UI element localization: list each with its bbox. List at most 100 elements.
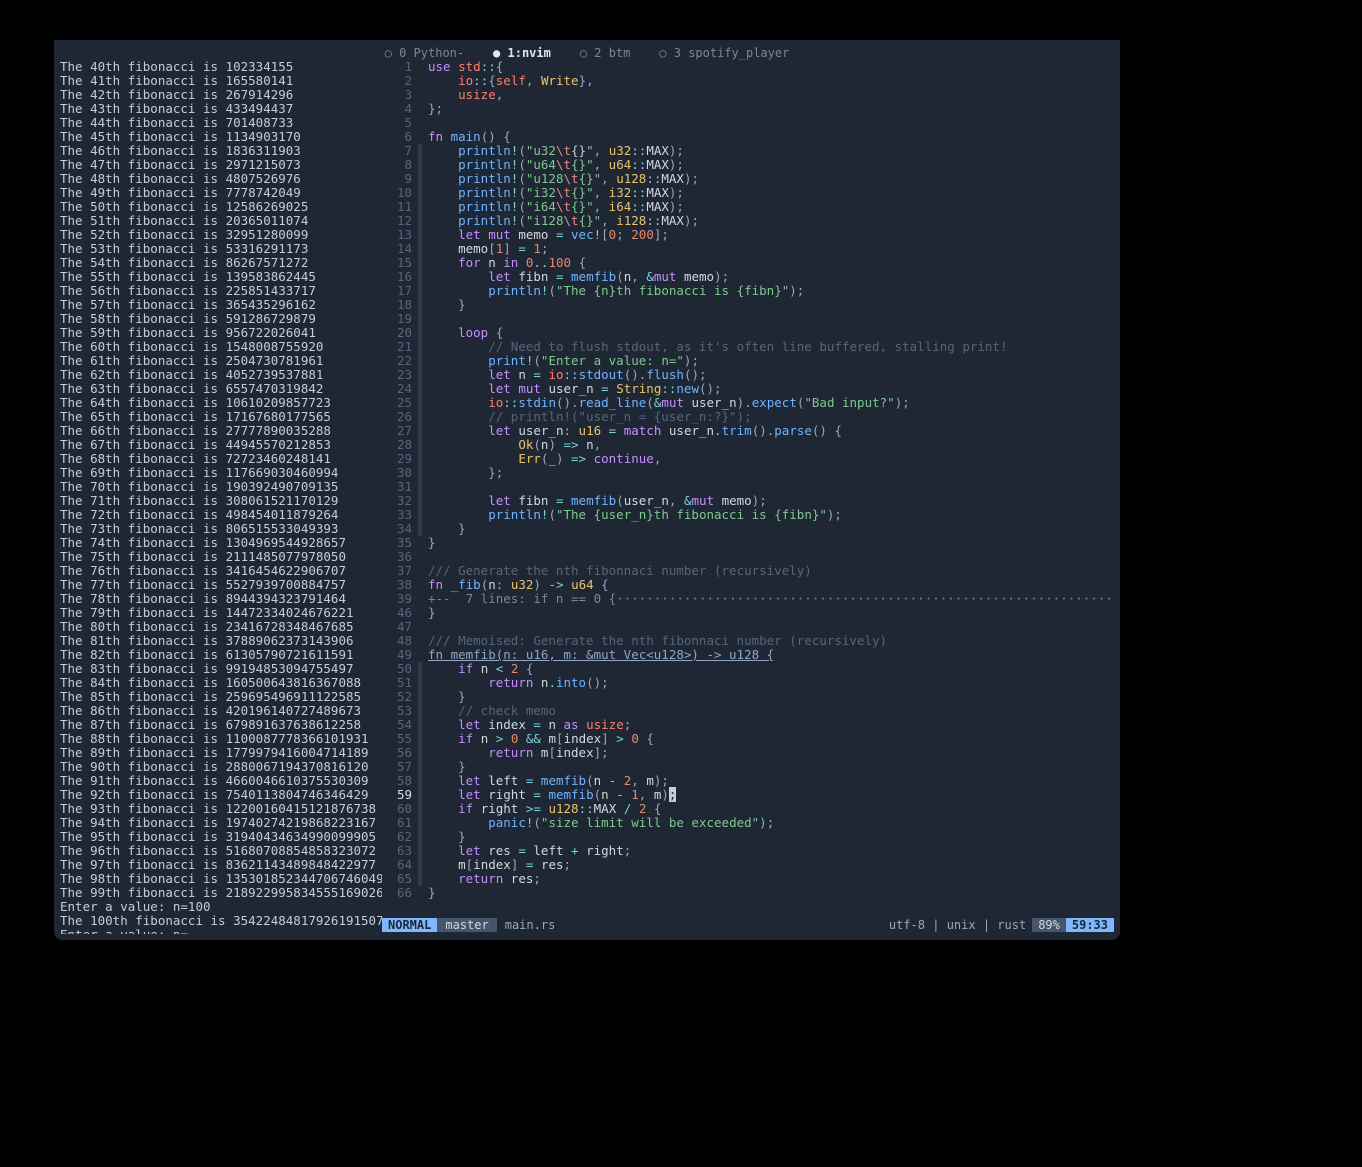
- output-line: The 61th fibonacci is 2504730781961: [60, 354, 382, 368]
- code-line[interactable]: 48/// Memoised: Generate the nth fibonna…: [382, 634, 1114, 648]
- code-line[interactable]: 13 let mut memo = vec![0; 200];: [382, 228, 1114, 242]
- code-line[interactable]: 30 };: [382, 466, 1114, 480]
- code-line[interactable]: 66}: [382, 886, 1114, 900]
- terminal-window: ○ 0 Python- ● 1:nvim ○ 2 btm ○ 3 spotify…: [54, 40, 1120, 940]
- code-line[interactable]: 6fn main() {: [382, 130, 1114, 144]
- output-line: The 91th fibonacci is 466004661037553030…: [60, 774, 382, 788]
- output-line: The 93th fibonacci is 122001604151218767…: [60, 802, 382, 816]
- output-line: The 75th fibonacci is 2111485077978050: [60, 550, 382, 564]
- code-line[interactable]: 57 }: [382, 760, 1114, 774]
- code-line[interactable]: 36: [382, 550, 1114, 564]
- output-line: The 64th fibonacci is 10610209857723: [60, 396, 382, 410]
- output-line: The 100th fibonacci is 35422484817926191…: [60, 914, 382, 928]
- output-line: The 59th fibonacci is 956722026041: [60, 326, 382, 340]
- output-line: The 65th fibonacci is 17167680177565: [60, 410, 382, 424]
- code-line[interactable]: 33 println!("The {user_n}th fibonacci is…: [382, 508, 1114, 522]
- code-line[interactable]: 29 Err(_) => continue,: [382, 452, 1114, 466]
- code-line[interactable]: 18 }: [382, 298, 1114, 312]
- code-line[interactable]: 22 print!("Enter a value: n=");: [382, 354, 1114, 368]
- code-line[interactable]: 9 println!("u128\t{}", u128::MAX);: [382, 172, 1114, 186]
- code-line[interactable]: 28 Ok(n) => n,: [382, 438, 1114, 452]
- code-line[interactable]: 17 println!("The {n}th fibonacci is {fib…: [382, 284, 1114, 298]
- editor-pane[interactable]: 1use std::{2 io::{self, Write},3 usize,4…: [382, 60, 1114, 916]
- code-line[interactable]: 4};: [382, 102, 1114, 116]
- code-line[interactable]: 8 println!("u64\t{}", u64::MAX);: [382, 158, 1114, 172]
- code-line[interactable]: 60 if right >= u128::MAX / 2 {: [382, 802, 1114, 816]
- code-line[interactable]: 23 let n = io::stdout().flush();: [382, 368, 1114, 382]
- output-line: The 99th fibonacci is 218922995834555169…: [60, 886, 382, 900]
- code-line[interactable]: 21 // Need to flush stdout, as it's ofte…: [382, 340, 1114, 354]
- tab-1[interactable]: ● 1:nvim: [493, 46, 551, 60]
- code-line[interactable]: 59 let right = memfib(n - 1, m);: [382, 788, 1114, 802]
- output-line: The 58th fibonacci is 591286729879: [60, 312, 382, 326]
- code-line[interactable]: 51 return n.into();: [382, 676, 1114, 690]
- output-line: The 70th fibonacci is 190392490709135: [60, 480, 382, 494]
- code-line[interactable]: 35}: [382, 536, 1114, 550]
- code-line[interactable]: 14 memo[1] = 1;: [382, 242, 1114, 256]
- git-branch: master: [437, 918, 496, 932]
- code-line[interactable]: 50 if n < 2 {: [382, 662, 1114, 676]
- output-line: The 47th fibonacci is 2971215073: [60, 158, 382, 172]
- code-line[interactable]: 25 io::stdin().read_line(&mut user_n).ex…: [382, 396, 1114, 410]
- code-line[interactable]: 39+-- 7 lines: if n == 0 {··············…: [382, 592, 1114, 606]
- output-line: The 54th fibonacci is 86267571272: [60, 256, 382, 270]
- output-line: The 56th fibonacci is 225851433717: [60, 284, 382, 298]
- output-line: The 46th fibonacci is 1836311903: [60, 144, 382, 158]
- code-line[interactable]: 64 m[index] = res;: [382, 858, 1114, 872]
- code-line[interactable]: 55 if n > 0 && m[index] > 0 {: [382, 732, 1114, 746]
- terminal-output-pane[interactable]: The 40th fibonacci is 102334155The 41th …: [60, 60, 382, 934]
- code-line[interactable]: 65 return res;: [382, 872, 1114, 886]
- code-line[interactable]: 16 let fibn = memfib(n, &mut memo);: [382, 270, 1114, 284]
- code-line[interactable]: 24 let mut user_n = String::new();: [382, 382, 1114, 396]
- output-line: The 66th fibonacci is 27777890035288: [60, 424, 382, 438]
- code-line[interactable]: 37/// Generate the nth fibonnaci number …: [382, 564, 1114, 578]
- output-line: The 49th fibonacci is 7778742049: [60, 186, 382, 200]
- output-line: The 41th fibonacci is 165580141: [60, 74, 382, 88]
- code-line[interactable]: 46}: [382, 606, 1114, 620]
- code-line[interactable]: 52 }: [382, 690, 1114, 704]
- output-line: The 55th fibonacci is 139583862445: [60, 270, 382, 284]
- output-line: The 44th fibonacci is 701408733: [60, 116, 382, 130]
- code-line[interactable]: 26 // println!("user_n = {user_n:?}");: [382, 410, 1114, 424]
- output-line: The 51th fibonacci is 20365011074: [60, 214, 382, 228]
- code-line[interactable]: 7 println!("u32\t{}", u32::MAX);: [382, 144, 1114, 158]
- cursor-position: 59:33: [1066, 918, 1114, 932]
- output-line: The 80th fibonacci is 23416728348467685: [60, 620, 382, 634]
- code-line[interactable]: 3 usize,: [382, 88, 1114, 102]
- code-line[interactable]: 54 let index = n as usize;: [382, 718, 1114, 732]
- code-line[interactable]: 15 for n in 0..100 {: [382, 256, 1114, 270]
- tab-2[interactable]: ○ 2 btm: [580, 46, 631, 60]
- output-line: The 73th fibonacci is 806515533049393: [60, 522, 382, 536]
- code-line[interactable]: 63 let res = left + right;: [382, 844, 1114, 858]
- output-line: Enter a value: n=100: [60, 900, 382, 914]
- code-line[interactable]: 32 let fibn = memfib(user_n, &mut memo);: [382, 494, 1114, 508]
- output-line: The 48th fibonacci is 4807526976: [60, 172, 382, 186]
- code-line[interactable]: 49fn memfib(n: u16, m: &mut Vec<u128>) -…: [382, 648, 1114, 662]
- code-line[interactable]: 1use std::{: [382, 60, 1114, 74]
- code-line[interactable]: 10 println!("i32\t{}", i32::MAX);: [382, 186, 1114, 200]
- code-line[interactable]: 62 }: [382, 830, 1114, 844]
- code-line[interactable]: 53 // check memo: [382, 704, 1114, 718]
- output-line: The 76th fibonacci is 3416454622906707: [60, 564, 382, 578]
- tab-0[interactable]: ○ 0 Python-: [385, 46, 465, 60]
- code-line[interactable]: 2 io::{self, Write},: [382, 74, 1114, 88]
- output-line: The 90th fibonacci is 288006719437081612…: [60, 760, 382, 774]
- code-line[interactable]: 61 panic!("size limit will be exceeded")…: [382, 816, 1114, 830]
- output-line: The 60th fibonacci is 1548008755920: [60, 340, 382, 354]
- code-line[interactable]: 47: [382, 620, 1114, 634]
- output-line: The 63th fibonacci is 6557470319842: [60, 382, 382, 396]
- code-line[interactable]: 34 }: [382, 522, 1114, 536]
- output-line: The 62th fibonacci is 4052739537881: [60, 368, 382, 382]
- tab-3[interactable]: ○ 3 spotify_player: [659, 46, 789, 60]
- code-line[interactable]: 56 return m[index];: [382, 746, 1114, 760]
- code-line[interactable]: 11 println!("i64\t{}", i64::MAX);: [382, 200, 1114, 214]
- code-line[interactable]: 27 let user_n: u16 = match user_n.trim()…: [382, 424, 1114, 438]
- output-line: The 77th fibonacci is 5527939700884757: [60, 578, 382, 592]
- code-line[interactable]: 31: [382, 480, 1114, 494]
- code-line[interactable]: 12 println!("i128\t{}", i128::MAX);: [382, 214, 1114, 228]
- code-line[interactable]: 38fn _fib(n: u32) -> u64 {: [382, 578, 1114, 592]
- code-line[interactable]: 19: [382, 312, 1114, 326]
- code-line[interactable]: 58 let left = memfib(n - 2, m);: [382, 774, 1114, 788]
- code-line[interactable]: 20 loop {: [382, 326, 1114, 340]
- code-line[interactable]: 5: [382, 116, 1114, 130]
